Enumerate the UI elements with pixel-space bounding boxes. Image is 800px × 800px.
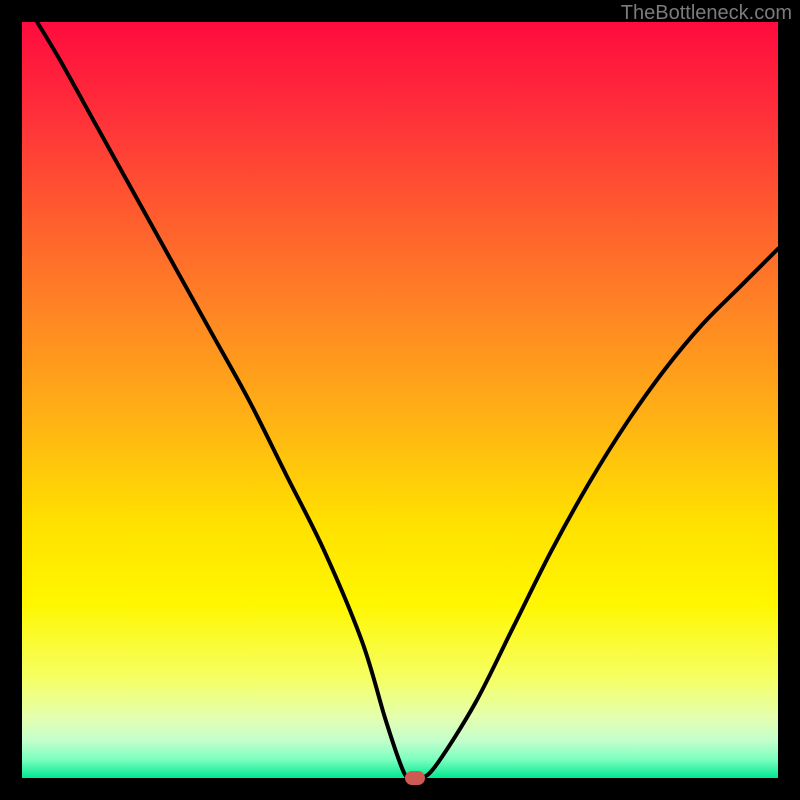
curve-layer — [22, 22, 778, 778]
bottleneck-curve — [37, 22, 778, 778]
optimal-marker — [405, 771, 425, 785]
watermark-text: TheBottleneck.com — [621, 2, 792, 25]
plot-area — [22, 22, 778, 778]
chart-canvas: TheBottleneck.com — [0, 0, 800, 800]
